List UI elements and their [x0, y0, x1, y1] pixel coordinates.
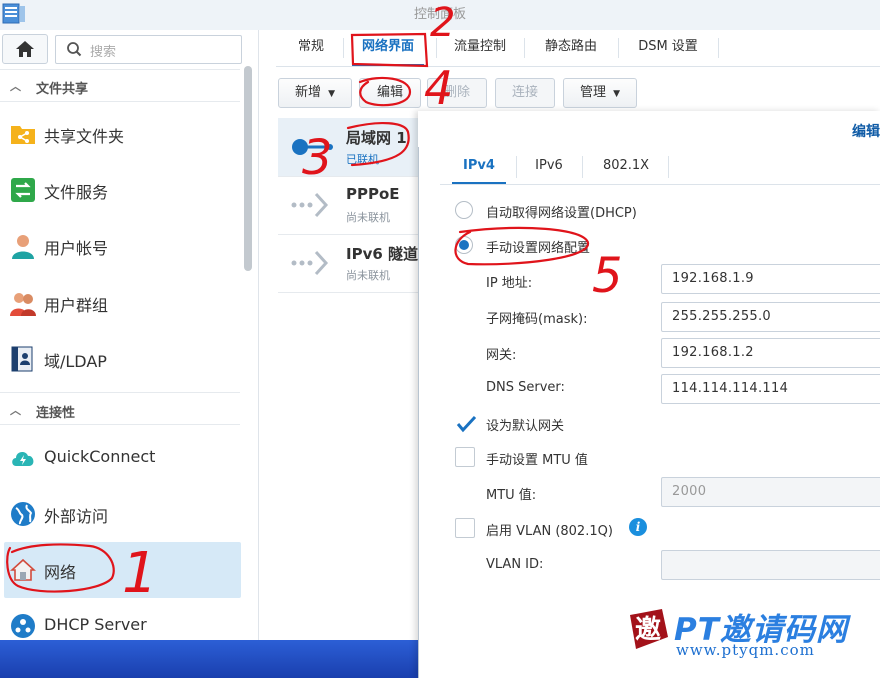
sidebar-scrollbar[interactable] — [244, 66, 252, 271]
divider — [440, 184, 880, 185]
sidebar-item-network[interactable]: 网络 — [4, 542, 241, 598]
interface-row-pppoe[interactable]: PPPoE 尚未联机 — [278, 176, 418, 235]
window-title: 控制面板 — [413, 7, 466, 22]
sidebar-item-user-account[interactable]: 用户帐号 — [0, 218, 240, 274]
divider — [0, 392, 240, 393]
sidebar-item-domain-ldap[interactable]: 域/LDAP — [0, 331, 240, 387]
vlan-checkbox[interactable] — [455, 518, 475, 538]
divider — [0, 69, 240, 70]
watermark-logo: 邀 — [626, 607, 670, 651]
ip-address-field[interactable]: 192.168.1.9 — [661, 264, 880, 294]
search-placeholder: 搜索 — [90, 45, 117, 60]
dhcp-radio[interactable] — [455, 201, 473, 219]
dns-server-label: DNS Server: — [486, 380, 565, 395]
chevron-up-icon: ︿ — [10, 404, 21, 417]
vlan-label: 启用 VLAN (802.1Q) — [486, 524, 613, 539]
interface-row-lan1[interactable]: 局域网 1 已联机 — [278, 118, 418, 177]
title-bar: 控制面板 — [0, 0, 880, 31]
tab-network-interface[interactable]: 网络界面 — [352, 30, 424, 66]
tab-ipv4[interactable]: IPv4 — [452, 150, 506, 184]
ip-address-label: IP 地址: — [486, 276, 533, 291]
disconnected-icon — [291, 250, 329, 276]
quickconnect-icon — [12, 452, 34, 466]
search-input[interactable]: 搜索 — [55, 35, 242, 64]
sidebar-item-file-services[interactable]: 文件服务 — [0, 162, 240, 218]
tab-separator — [516, 156, 517, 178]
subnet-mask-field[interactable]: 255.255.255.0 — [661, 302, 880, 332]
dhcp-label: 自动取得网络设置(DHCP) — [486, 206, 637, 221]
edit-button[interactable]: 编辑 — [359, 78, 421, 108]
section-connectivity[interactable]: ︿ 连接性 — [0, 396, 240, 426]
vlan-id-label: VLAN ID: — [486, 557, 544, 572]
add-button[interactable]: 新增 ▼ — [278, 78, 352, 108]
tab-general[interactable]: 常规 — [289, 30, 333, 64]
tab-separator — [618, 38, 619, 58]
tab-static-route[interactable]: 静态路由 — [535, 30, 607, 64]
tab-separator — [582, 156, 583, 178]
mtu-label: MTU 值: — [486, 488, 537, 503]
tab-separator — [343, 38, 344, 58]
domain-ldap-icon — [11, 346, 33, 372]
caret-down-icon: ▼ — [613, 89, 621, 99]
tab-8021x[interactable]: 802.1X — [592, 150, 660, 182]
gateway-label: 网关: — [486, 348, 517, 363]
search-icon — [67, 42, 82, 57]
dns-server-field[interactable]: 114.114.114.114 — [661, 374, 880, 404]
manual-mtu-checkbox[interactable] — [455, 447, 475, 467]
dhcp-server-icon — [11, 614, 35, 638]
user-group-icon — [10, 293, 36, 316]
tab-separator — [436, 38, 437, 58]
tab-traffic-control[interactable]: 流量控制 — [446, 30, 514, 64]
info-icon[interactable]: i — [629, 518, 647, 536]
tab-separator — [718, 38, 719, 58]
watermark-url: www.ptyqm.com — [676, 641, 815, 659]
tab-dsm-settings[interactable]: DSM 设置 — [628, 30, 708, 64]
default-gateway-checkbox[interactable] — [455, 413, 476, 433]
home-button[interactable] — [2, 34, 48, 64]
gateway-field[interactable]: 192.168.1.2 — [661, 338, 880, 368]
sidebar-item-user-group[interactable]: 用户群组 — [0, 275, 240, 331]
manage-button[interactable]: 管理 ▼ — [563, 78, 637, 108]
checkmark-icon — [456, 415, 476, 433]
globe-icon — [11, 502, 35, 526]
mtu-field[interactable]: 2000 — [661, 477, 880, 507]
section-file-sharing[interactable]: ︿ 文件共享 — [0, 72, 240, 102]
divider — [0, 101, 240, 102]
default-gateway-label: 设为默认网关 — [486, 419, 565, 434]
watermark-logo-shape: 邀 — [630, 609, 668, 649]
file-services-icon — [11, 178, 35, 202]
chevron-up-icon: ︿ — [10, 80, 21, 93]
control-panel-icon — [2, 3, 25, 24]
network-home-icon — [10, 558, 36, 581]
taskbar — [0, 640, 418, 678]
sidebar-item-quickconnect[interactable]: QuickConnect — [0, 430, 240, 486]
delete-button[interactable]: 删除 — [427, 78, 487, 108]
subnet-mask-label: 子网掩码(mask): — [486, 312, 588, 327]
dialog-title-bar: 编辑 — [418, 111, 880, 147]
connected-icon — [292, 139, 333, 155]
vlan-id-field[interactable] — [661, 550, 880, 580]
manual-config-radio[interactable] — [455, 236, 473, 254]
user-icon — [12, 235, 34, 259]
tab-ipv6[interactable]: IPv6 — [526, 150, 572, 182]
manual-config-label: 手动设置网络配置 — [486, 241, 591, 256]
tab-separator — [668, 156, 669, 178]
connect-button[interactable]: 连接 — [495, 78, 555, 108]
interface-row-ipv6-tunnel[interactable]: IPv6 隧道 尚未联机 — [278, 234, 418, 293]
sidebar-item-external-access[interactable]: 外部访问 — [0, 486, 240, 542]
tab-separator — [524, 38, 525, 58]
disconnected-icon — [291, 192, 329, 218]
divider — [0, 424, 240, 425]
sidebar-item-shared-folder[interactable]: 共享文件夹 — [0, 106, 240, 162]
home-icon — [16, 41, 34, 57]
manual-mtu-label: 手动设置 MTU 值 — [486, 453, 588, 468]
dialog-title: 编辑 — [852, 124, 880, 140]
shared-folder-icon — [11, 126, 35, 144]
watermark-logo-char: 邀 — [635, 615, 661, 645]
caret-down-icon: ▼ — [328, 89, 336, 99]
